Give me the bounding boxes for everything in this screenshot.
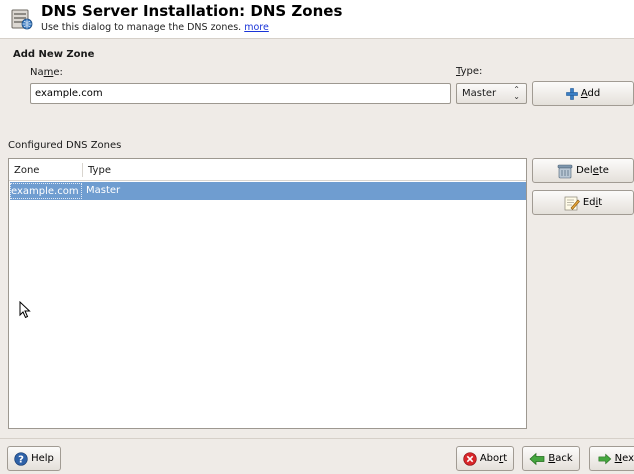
add-zone-section-title: Add New Zone [13,49,95,60]
zones-table[interactable]: Zone Type example.com Master [8,158,527,429]
next-label-part: ex [622,453,634,464]
zone-name-input[interactable] [30,83,451,104]
svg-text:?: ? [18,454,24,465]
abort-button[interactable]: Abort [456,446,514,471]
edit-label-part: t [598,197,603,208]
plus-icon [566,87,578,100]
type-label: Type: [456,66,482,77]
column-header-zone[interactable]: Zone [14,165,39,176]
zone-type-select[interactable]: Master ⌃ ⌄ [456,83,527,104]
delete-button[interactable]: Delete [532,158,634,183]
next-mnemonic: N [614,453,623,464]
back-label-part: ack [555,453,573,464]
add-button-label: Add [581,88,600,99]
abort-label-part: t [503,453,508,464]
trash-icon [557,164,573,178]
name-label: Name: [30,67,63,78]
name-label-mnemonic: m [43,67,54,78]
configured-zones-label: Configured DNS Zones [8,140,122,151]
back-button-label: Back [548,453,572,464]
edit-icon [564,196,580,210]
edit-button-label: Edit [583,197,602,208]
next-button-label: Nex [615,453,634,464]
header-divider [0,38,634,39]
name-label-part: e: [53,67,63,78]
page-title: DNS Server Installation: DNS Zones [41,2,343,20]
abort-label-part: Abo [479,453,500,464]
abort-button-label: Abort [480,453,507,464]
column-header-type[interactable]: Type [88,165,111,176]
footer-divider [0,438,634,439]
page-subtitle: Use this dialog to manage the DNS zones.… [41,22,269,33]
zone-type-value: Master [462,88,497,99]
more-link[interactable]: more [244,22,269,33]
row-zone-cell: example.com [10,183,82,199]
type-label-part: ype: [460,66,483,77]
delete-label-part: te [598,165,609,176]
add-button[interactable]: Add [532,81,634,106]
add-label-part: dd [587,88,601,99]
column-divider [82,163,83,177]
edit-button[interactable]: Edit [532,190,634,215]
delete-button-label: Delete [576,165,609,176]
name-label-part: Na [30,67,44,78]
abort-icon [463,451,477,466]
table-header: Zone Type [9,159,526,181]
mouse-pointer-icon [19,301,31,319]
dialog-header: DNS Server Installation: DNS Zones Use t… [0,0,634,38]
arrow-right-icon [598,453,612,464]
help-button[interactable]: ? Help [7,446,61,471]
dns-server-icon [11,9,33,30]
select-arrows-icon: ⌃ ⌄ [513,85,520,101]
edit-label-part: Ed [582,197,596,208]
help-button-label: Help [31,453,54,464]
next-button[interactable]: Nex [589,446,634,471]
subtitle-text: Use this dialog to manage the DNS zones. [41,22,242,33]
help-icon: ? [14,451,28,466]
row-type-cell: Master [86,185,121,196]
delete-label-part: Del [576,165,593,176]
arrow-left-icon [529,452,545,465]
table-row[interactable]: example.com Master [10,182,526,200]
back-button[interactable]: Back [522,446,580,471]
